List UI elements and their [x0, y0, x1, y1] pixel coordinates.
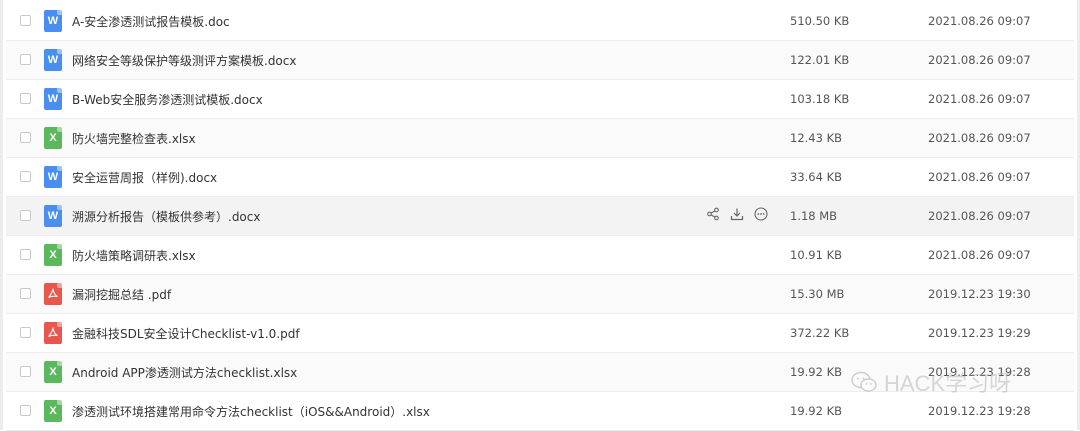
row-actions: [706, 207, 768, 221]
file-size: 10.91 KB: [790, 248, 843, 262]
file-date: 2019.12.23 19:29: [928, 326, 1031, 340]
row-checkbox[interactable]: [20, 249, 31, 260]
file-name[interactable]: 网络安全等级保护等级测评方案模板.docx: [72, 52, 296, 69]
file-row-hovered[interactable]: W 溯源分析报告（模板供参考）.docx 1.18 MB 2021.08.26 …: [6, 197, 1074, 236]
file-row[interactable]: 漏洞挖掘总结 .pdf 15.30 MB 2019.12.23 19:30: [6, 275, 1074, 314]
file-date: 2021.08.26 09:07: [928, 209, 1031, 223]
file-row[interactable]: W B-Web安全服务渗透测试模板.docx 103.18 KB 2021.08…: [6, 80, 1074, 119]
pdf-file-icon: [44, 322, 62, 344]
word-file-icon: W: [44, 10, 62, 32]
pdf-glyph-icon: [48, 327, 58, 338]
row-checkbox[interactable]: [20, 366, 31, 377]
file-row[interactable]: W A-安全渗透测试报告模板.doc 510.50 KB 2021.08.26 …: [6, 0, 1074, 41]
file-size: 19.92 KB: [790, 365, 843, 379]
file-name[interactable]: Android APP渗透测试方法checklist.xlsx: [72, 364, 297, 381]
file-name[interactable]: 渗透测试环境搭建常用命令方法checklist（iOS&&Android）.xl…: [72, 403, 430, 420]
row-checkbox[interactable]: [20, 171, 31, 182]
file-date: 2021.08.26 09:07: [928, 14, 1031, 28]
file-size: 122.01 KB: [790, 53, 850, 67]
file-row[interactable]: X 防火墙策略调研表.xlsx 10.91 KB 2021.08.26 09:0…: [6, 236, 1074, 275]
file-size: 19.92 KB: [790, 404, 843, 418]
file-size: 33.64 KB: [790, 170, 843, 184]
pdf-file-icon: [44, 283, 62, 305]
file-date: 2019.12.23 19:28: [928, 404, 1031, 418]
row-checkbox[interactable]: [20, 15, 31, 26]
excel-file-icon: X: [44, 127, 62, 149]
file-row[interactable]: X 防火墙完整检查表.xlsx 12.43 KB 2021.08.26 09:0…: [6, 119, 1074, 158]
excel-file-icon: X: [44, 244, 62, 266]
excel-file-icon: X: [44, 361, 62, 383]
row-checkbox[interactable]: [20, 54, 31, 65]
wechat-icon: [851, 371, 877, 392]
row-checkbox[interactable]: [20, 405, 31, 416]
file-name[interactable]: 防火墙完整检查表.xlsx: [72, 130, 196, 147]
row-checkbox[interactable]: [20, 132, 31, 143]
file-row[interactable]: 金融科技SDL安全设计Checklist-v1.0.pdf 372.22 KB …: [6, 314, 1074, 353]
file-name[interactable]: 金融科技SDL安全设计Checklist-v1.0.pdf: [72, 325, 300, 342]
row-checkbox[interactable]: [20, 93, 31, 104]
file-name[interactable]: 安全运营周报（样例).docx: [72, 169, 217, 186]
share-icon[interactable]: [706, 207, 720, 221]
file-date: 2021.08.26 09:07: [928, 53, 1031, 67]
file-size: 1.18 MB: [790, 209, 838, 223]
watermark: HACK学习呀: [850, 366, 1011, 398]
row-checkbox[interactable]: [20, 210, 31, 221]
file-size: 103.18 KB: [790, 92, 850, 106]
file-name[interactable]: 漏洞挖掘总结 .pdf: [72, 286, 171, 303]
file-row[interactable]: W 安全运营周报（样例).docx 33.64 KB 2021.08.26 09…: [6, 158, 1074, 197]
file-size: 12.43 KB: [790, 131, 843, 145]
excel-file-icon: X: [44, 400, 62, 422]
word-file-icon: W: [44, 166, 62, 188]
file-name[interactable]: 防火墙策略调研表.xlsx: [72, 247, 196, 264]
more-icon[interactable]: [754, 207, 768, 221]
word-file-icon: W: [44, 49, 62, 71]
file-name[interactable]: A-安全渗透测试报告模板.doc: [72, 13, 230, 30]
file-size: 15.30 MB: [790, 287, 845, 301]
file-size: 372.22 KB: [790, 326, 850, 340]
file-date: 2021.08.26 09:07: [928, 92, 1031, 106]
file-row[interactable]: W 网络安全等级保护等级测评方案模板.docx 122.01 KB 2021.0…: [6, 41, 1074, 80]
download-icon[interactable]: [730, 207, 744, 221]
pdf-glyph-icon: [48, 288, 58, 299]
file-date: 2021.08.26 09:07: [928, 248, 1031, 262]
file-size: 510.50 KB: [790, 14, 850, 28]
file-name[interactable]: 溯源分析报告（模板供参考）.docx: [72, 208, 260, 225]
file-date: 2021.08.26 09:07: [928, 170, 1031, 184]
word-file-icon: W: [44, 88, 62, 110]
file-date: 2019.12.23 19:30: [928, 287, 1031, 301]
word-file-icon: W: [44, 205, 62, 227]
row-checkbox[interactable]: [20, 327, 31, 338]
file-date: 2021.08.26 09:07: [928, 131, 1031, 145]
file-name[interactable]: B-Web安全服务渗透测试模板.docx: [72, 91, 263, 108]
row-checkbox[interactable]: [20, 288, 31, 299]
watermark-text: HACK学习呀: [884, 371, 1012, 396]
